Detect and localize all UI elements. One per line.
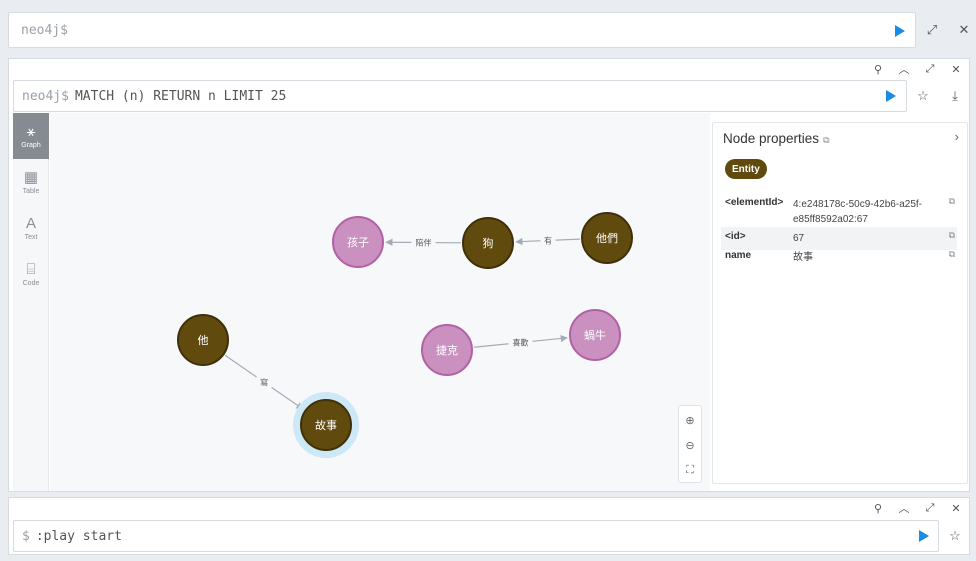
node-label: 捷克 [436,343,458,357]
panel-title: Node properties [723,131,820,146]
text-icon: A [25,214,36,232]
node-properties-panel: Node properties ⧉ › Entity <elementId> 4:… [712,122,968,484]
play-icon [895,25,905,37]
run-button[interactable] [893,24,907,38]
sidebar-item-label: Code [22,279,40,287]
copy-icon[interactable]: ⧉ [823,135,829,145]
bottom-query-text: :play start [35,528,122,544]
collapse-icon[interactable]: ︿ [891,59,917,79]
sidebar-item-graph[interactable]: ⚹ Graph [13,113,49,159]
zoom-out-icon[interactable]: ⊖ [679,433,701,457]
edge-label: 喜歡 [513,338,529,348]
close-icon[interactable]: ✕ [943,498,969,518]
code-icon: ⌸ [26,260,36,278]
fit-icon[interactable]: ⛶ [679,458,701,482]
play-icon [919,530,929,542]
node-label: 故事 [315,418,337,432]
play-icon [886,90,896,102]
property-row: name 故事 ⧉ [721,246,957,269]
close-icon[interactable]: ✕ [956,22,972,38]
table-icon: ▦ [23,168,39,186]
view-sidebar: ⚹ Graph ▦ Table A Text ⌸ Code [13,113,49,491]
edge-label: 陪伴 [416,238,432,248]
zoom-in-icon[interactable]: ⊕ [679,408,701,432]
collapse-icon[interactable]: ︿ [891,498,917,518]
graph-icon: ⚹ [26,122,36,140]
pin-icon[interactable]: ⚲ [865,59,891,79]
frame-controls: ⚲ ︿ ⤢ ✕ [865,59,969,79]
edge-label: 寫 [260,377,268,387]
top-query-editor[interactable]: neo4j$ [8,12,916,48]
bottom-prompt: $ [22,528,30,544]
property-key: <elementId> [725,197,784,208]
result-frame: ⚲ ︿ ⤢ ✕ neo4j$ MATCH (n) RETURN n LIMIT … [8,58,970,492]
node-label: 蝸牛 [584,328,606,342]
expand-icon[interactable]: ⤢ [924,22,940,38]
graph-svg: 陪伴 有喜歡寫 孩子 狗 他們他捷克 蝸牛故事 [177,212,633,458]
sidebar-item-text[interactable]: A Text [13,205,49,251]
edge-label: 有 [544,235,552,245]
close-icon[interactable]: ✕ [943,59,969,79]
bottom-query-editor[interactable]: $ :play start [13,520,939,552]
sidebar-item-label: Table [22,187,40,195]
sidebar-item-label: Graph [21,141,41,149]
graph-canvas[interactable]: 陪伴 有喜歡寫 孩子 狗 他們他捷克 蝸牛故事 ⊕ ⊖ ⛶ [50,113,710,491]
property-value: 4:e248178c-50c9-42b6-a25f-e85ff8592a02:6… [793,199,922,225]
frame-query-editor[interactable]: neo4j$ MATCH (n) RETURN n LIMIT 25 [13,80,907,112]
fullscreen-icon[interactable]: ⤢ [917,59,943,79]
sidebar-item-code[interactable]: ⌸ Code [13,251,49,297]
pin-icon[interactable]: ⚲ [865,498,891,518]
sidebar-item-table[interactable]: ▦ Table [13,159,49,205]
run-button[interactable] [917,529,931,543]
fullscreen-icon[interactable]: ⤢ [917,498,943,518]
node-label: 他們 [596,232,618,245]
chevron-right-icon[interactable]: › [955,129,959,144]
zoom-controls: ⊕ ⊖ ⛶ [678,405,702,483]
node-label: 孩子 [347,236,369,249]
frame-controls: ⚲ ︿ ⤢ ✕ [865,498,969,518]
copy-icon[interactable]: ⧉ [949,230,955,241]
bottom-frame: ⚲ ︿ ⤢ ✕ $ :play start ☆ [8,497,970,555]
label-pill[interactable]: Entity [725,159,767,179]
editor-prompt: neo4j$ [21,22,68,38]
favorite-star-icon[interactable]: ☆ [947,528,963,544]
favorite-star-icon[interactable]: ☆ [915,88,931,104]
property-key: name [725,250,752,261]
node-label: 他 [198,334,209,347]
sidebar-item-label: Text [24,233,38,241]
node-label: 狗 [483,237,494,250]
property-row: <elementId> 4:e248178c-50c9-42b6-a25f-e8… [721,193,957,231]
property-value: 故事 [793,252,813,263]
rerun-button[interactable] [884,89,898,103]
frame-query-text: MATCH (n) RETURN n LIMIT 25 [74,88,287,104]
download-icon[interactable]: ⤓ [947,88,963,104]
copy-icon[interactable]: ⧉ [949,249,955,260]
copy-icon[interactable]: ⧉ [949,196,955,207]
frame-prompt: neo4j$ [22,88,69,104]
